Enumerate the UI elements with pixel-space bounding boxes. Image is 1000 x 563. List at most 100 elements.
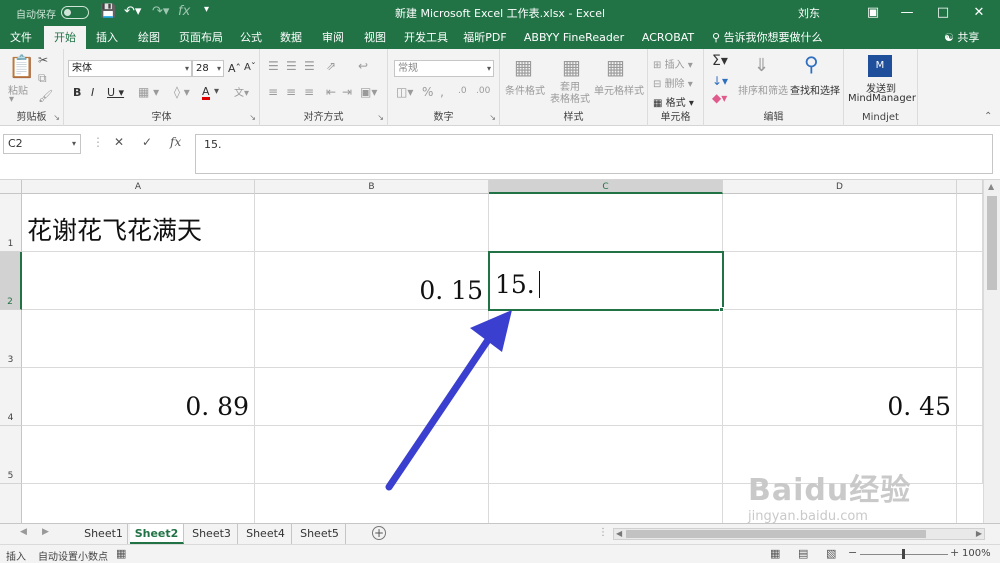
zoom-in-icon[interactable]: + — [950, 546, 959, 559]
ribbon-display-icon[interactable]: ▣ — [856, 2, 890, 24]
tab-acrobat[interactable]: ACROBAT — [638, 26, 698, 49]
close-button[interactable]: ✕ — [962, 2, 996, 24]
align-right-icon[interactable]: ≡ — [304, 85, 314, 99]
name-box[interactable]: C2 ▾ — [3, 134, 81, 154]
minimize-button[interactable]: — — [890, 2, 924, 24]
currency-icon[interactable]: ◫▾ — [396, 85, 413, 99]
tab-review[interactable]: 审阅 — [316, 26, 350, 49]
format-painter-icon[interactable]: 🖌 — [38, 89, 53, 103]
find-select-icon[interactable]: ⚲ — [804, 52, 819, 76]
align-left-icon[interactable]: ≡ — [268, 85, 278, 99]
grow-font-icon[interactable]: Aˆ — [228, 62, 241, 75]
conditional-formatting-icon[interactable]: ▦ — [514, 55, 533, 79]
insert-cells-button[interactable]: ⊞ 插入 ▾ — [653, 56, 693, 71]
fill-icon[interactable]: ↓▾ — [712, 74, 728, 88]
sheet-tab-sheet4[interactable]: Sheet4 — [240, 524, 292, 544]
font-name-select[interactable]: 宋体 ▾ — [68, 60, 192, 77]
tab-view[interactable]: 视图 — [358, 26, 392, 49]
clear-icon[interactable]: ◆▾ — [712, 91, 727, 105]
normal-view-icon[interactable]: ▦ — [770, 547, 780, 560]
zoom-slider-knob[interactable] — [902, 549, 905, 559]
tell-me-search[interactable]: ⚲ 告诉我你想要做什么 — [712, 26, 823, 49]
sheet-tab-sheet3[interactable]: Sheet3 — [186, 524, 238, 544]
delete-cells-button[interactable]: ⊟ 删除 ▾ — [653, 75, 693, 90]
font-size-select[interactable]: 28 ▾ — [192, 60, 224, 77]
find-select-label[interactable]: 查找和选择 — [790, 82, 840, 97]
align-center-icon[interactable]: ≡ — [286, 85, 296, 99]
bold-icon[interactable]: B — [73, 86, 81, 99]
cancel-icon[interactable]: ✕ — [114, 135, 124, 149]
horizontal-scrollbar[interactable]: ◀ ▶ — [613, 528, 985, 540]
tab-page-layout[interactable]: 页面布局 — [172, 26, 230, 49]
format-as-table-icon[interactable]: ▦ — [562, 55, 581, 79]
comma-style-icon[interactable]: ‚ — [440, 85, 444, 99]
cut-icon[interactable]: ✂ — [38, 53, 48, 67]
phonetic-icon[interactable]: 文▾ — [234, 84, 249, 99]
mindmanager-label[interactable]: MindManager — [848, 93, 916, 104]
dialog-launcher-icon[interactable]: ↘ — [53, 113, 60, 122]
font-color-dropdown-icon[interactable]: ▾ — [214, 86, 219, 97]
options-handle-icon[interactable]: ⋮ — [92, 135, 104, 149]
orientation-icon[interactable]: ⇗ — [326, 59, 336, 73]
shrink-font-icon[interactable]: Aˇ — [244, 62, 256, 73]
decrease-decimal-icon[interactable]: .00 — [476, 86, 490, 96]
font-color-icon[interactable]: A — [202, 86, 210, 100]
tab-foxit-pdf[interactable]: 福昕PDF — [460, 26, 510, 49]
mindmanager-icon[interactable]: M — [868, 55, 892, 77]
page-layout-view-icon[interactable]: ▤ — [798, 547, 808, 560]
user-name[interactable]: 刘东 — [798, 5, 820, 21]
tab-file[interactable]: 文件 — [0, 26, 42, 49]
italic-icon[interactable]: I — [91, 86, 94, 99]
tab-draw[interactable]: 绘图 — [130, 26, 168, 49]
wrap-text-icon[interactable]: ↩ — [358, 59, 368, 73]
merge-center-icon[interactable]: ▣▾ — [360, 85, 377, 99]
maximize-button[interactable]: □ — [926, 2, 960, 24]
increase-decimal-icon[interactable]: .0 — [458, 86, 467, 96]
zoom-level[interactable]: 100% — [962, 548, 991, 559]
sheet-tab-sheet5[interactable]: Sheet5 — [294, 524, 346, 544]
conditional-formatting-label[interactable]: 条件格式 — [505, 82, 545, 97]
sheet-tab-sheet2[interactable]: Sheet2 — [130, 524, 184, 544]
tab-home[interactable]: 开始 — [44, 26, 86, 49]
cell-styles-icon[interactable]: ▦ — [606, 55, 625, 79]
tab-data[interactable]: 数据 — [274, 26, 308, 49]
share-button[interactable]: ☯ 共享 — [944, 26, 979, 49]
number-format-select[interactable]: 常规 ▾ — [394, 60, 494, 77]
collapse-ribbon-icon[interactable]: ⌃ — [984, 111, 992, 122]
add-sheet-icon[interactable]: + — [372, 526, 386, 540]
paste-dropdown-icon[interactable]: ▾ — [9, 94, 14, 105]
dialog-launcher-icon[interactable]: ↘ — [489, 113, 496, 122]
border-icon[interactable]: ▦ ▾ — [138, 85, 159, 99]
indent-decrease-icon[interactable]: ⇤ — [326, 85, 336, 99]
tab-formulas[interactable]: 公式 — [234, 26, 268, 49]
page-break-view-icon[interactable]: ▧ — [826, 547, 836, 560]
tab-abbyy[interactable]: ABBYY FineReader 12 — [518, 26, 630, 67]
scroll-left-icon[interactable]: ◀ — [616, 529, 622, 538]
align-bottom-icon[interactable]: ☰ — [304, 59, 315, 73]
sheet-next-icon[interactable]: ▶ — [42, 527, 49, 537]
formula-input[interactable]: 15. — [195, 134, 993, 174]
zoom-out-icon[interactable]: − — [848, 546, 857, 559]
dialog-launcher-icon[interactable]: ↘ — [249, 113, 256, 122]
tab-insert[interactable]: 插入 — [88, 26, 126, 49]
sheet-prev-icon[interactable]: ◀ — [20, 527, 27, 537]
macro-record-icon[interactable]: ▦ — [116, 547, 126, 560]
horizontal-scroll-thumb[interactable] — [626, 530, 926, 538]
sheet-tab-sheet1[interactable]: Sheet1 — [80, 524, 128, 544]
format-as-table-label[interactable]: 套用 表格格式 — [550, 82, 590, 106]
dialog-launcher-icon[interactable]: ↘ — [377, 113, 384, 122]
format-cells-button[interactable]: ▦ 格式 ▾ — [653, 94, 694, 109]
underline-icon[interactable]: U ▾ — [107, 86, 124, 99]
tab-split-handle-icon[interactable]: ⋮ — [598, 527, 608, 538]
autosum-icon[interactable]: Σ▾ — [712, 53, 728, 69]
enter-icon[interactable]: ✓ — [142, 135, 152, 149]
sort-filter-icon[interactable]: ⇓ — [754, 55, 769, 76]
percent-icon[interactable]: % — [422, 85, 433, 99]
fill-color-icon[interactable]: ◊ ▾ — [174, 85, 190, 99]
paste-icon[interactable]: 📋 — [8, 55, 35, 80]
cell-styles-label[interactable]: 单元格样式 — [594, 82, 644, 97]
scroll-right-icon[interactable]: ▶ — [976, 529, 982, 538]
tab-developer[interactable]: 开发工具 — [398, 26, 454, 49]
insert-function-icon[interactable]: fx — [170, 135, 181, 149]
indent-increase-icon[interactable]: ⇥ — [342, 85, 352, 99]
